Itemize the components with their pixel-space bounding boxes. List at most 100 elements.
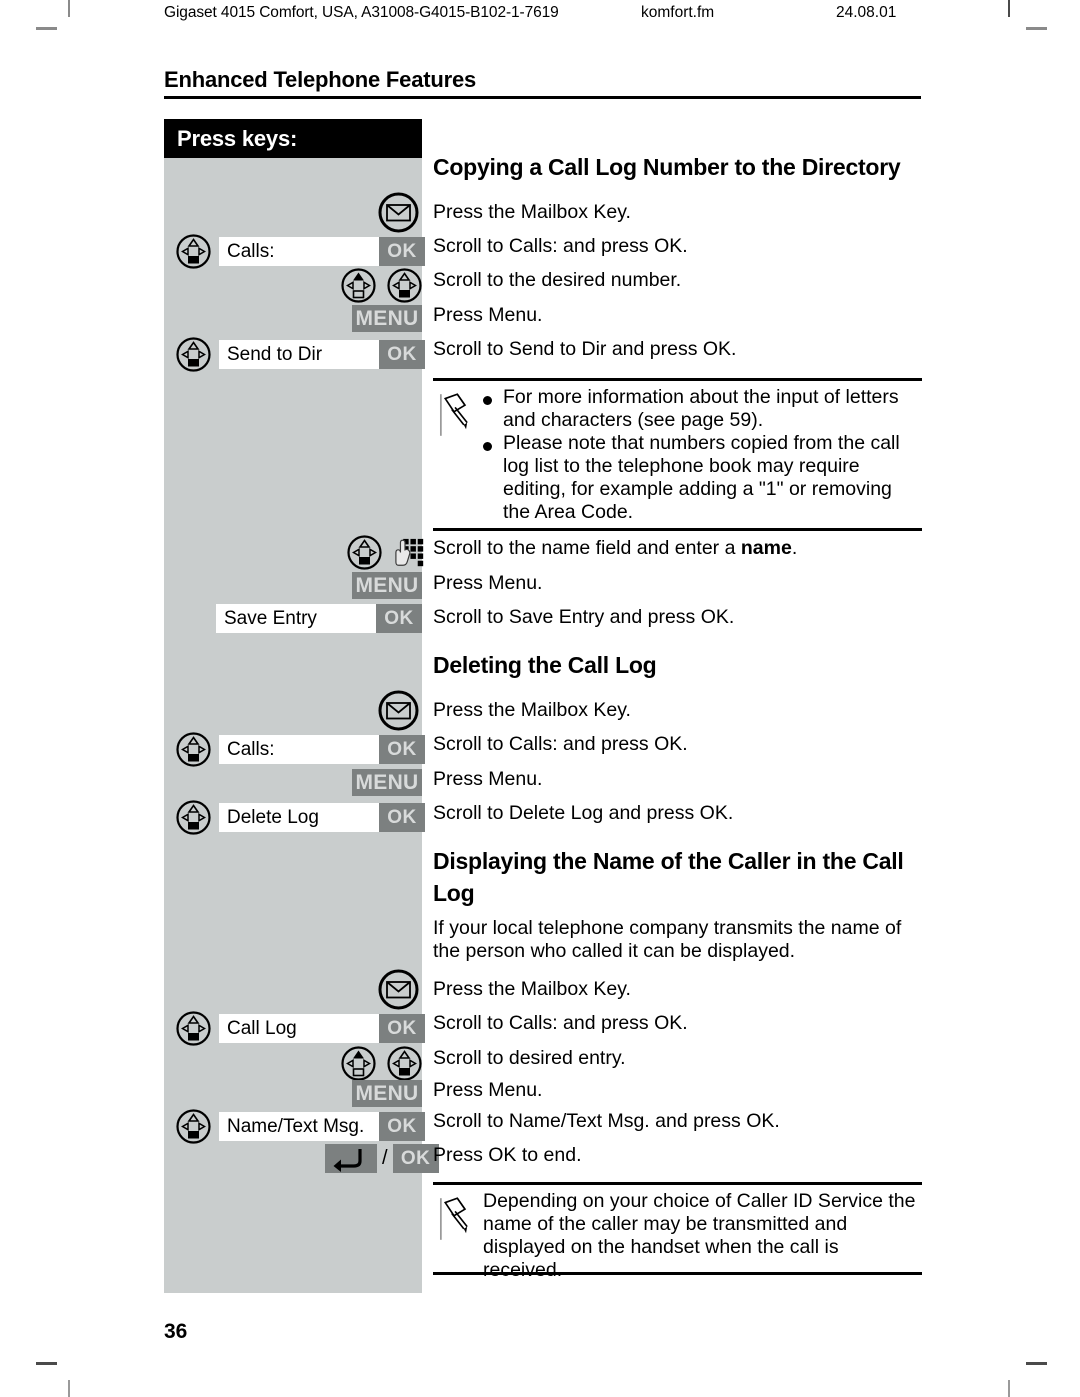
key-row-send-to-dir[interactable]: Send to Dir OK (176, 337, 425, 372)
ok-button-name-text-msg[interactable]: OK (379, 1112, 425, 1141)
step-text: Press OK to end. (433, 1144, 582, 1166)
step-text: Press the Mailbox Key. (433, 978, 631, 1000)
step-text: Press Menu. (433, 1079, 543, 1101)
ok-button-calls-2[interactable]: OK (379, 735, 425, 764)
note-text: Depending on your choice of Caller ID Se… (483, 1190, 916, 1281)
ok-button-save-entry[interactable]: OK (376, 604, 422, 633)
key-row-menu-4[interactable]: MENU (352, 1080, 422, 1107)
navigation-key-down-icon[interactable] (176, 337, 211, 372)
lcd-send-to-dir: Send to Dir (219, 340, 379, 369)
bullet-marker (483, 396, 492, 405)
note-bullet-text: Please note that numbers copied from the… (503, 432, 900, 523)
push-pin-icon (439, 1197, 469, 1241)
chapter-title-rule (164, 96, 921, 99)
note-rule-top (433, 1182, 922, 1185)
navigation-key-up-icon[interactable] (341, 1046, 376, 1081)
key-row-save-entry[interactable]: Save Entry OK (216, 604, 422, 633)
step-text: Press Menu. (433, 572, 543, 594)
navigation-key-up-icon[interactable] (341, 268, 376, 303)
running-header-filename: komfort.fm (641, 4, 715, 21)
crop-mark-bottom-left-vertical (68, 1380, 70, 1397)
navigation-key-down-icon[interactable] (347, 535, 382, 570)
ok-button-end[interactable]: OK (392, 1144, 439, 1173)
key-row-mailbox-1[interactable] (378, 192, 419, 233)
menu-button-4[interactable]: MENU (352, 1080, 422, 1107)
running-header-document: Gigaset 4015 Comfort, USA, A31008-G4015-… (164, 4, 559, 21)
key-row-mailbox-2[interactable] (378, 690, 419, 731)
key-row-scroll-number[interactable] (341, 268, 422, 303)
running-header: Gigaset 4015 Comfort, USA, A31008-G4015-… (0, 4, 1080, 26)
key-separator-slash: / (382, 1147, 388, 1169)
note-bullet-text: For more information about the input of … (503, 386, 899, 431)
step-text: Press Menu. (433, 768, 543, 790)
press-keys-header: Press keys: (164, 119, 422, 158)
step-text: Press the Mailbox Key. (433, 201, 631, 223)
menu-button-3[interactable]: MENU (352, 769, 422, 796)
step-text-bold: name (740, 537, 792, 559)
menu-button-1[interactable]: MENU (352, 305, 422, 332)
section-heading-displaying: Displaying the Name of the Caller in the… (433, 848, 904, 906)
note-rule-top (433, 378, 922, 381)
navigation-key-down-icon[interactable] (176, 800, 211, 835)
section-intro-text: If your local telephone company transmit… (433, 917, 902, 962)
step-text: Scroll to Calls: and press OK. (433, 1012, 688, 1034)
lcd-calls-1: Calls: (219, 237, 379, 266)
step-text-name-entry: Scroll to the name field and enter a nam… (433, 537, 797, 559)
section-heading-deleting: Deleting the Call Log (433, 652, 657, 678)
crop-mark-top-right-horizontal (1026, 27, 1047, 30)
key-row-menu-1[interactable]: MENU (352, 305, 422, 332)
crop-mark-bottom-left-horizontal (36, 1362, 57, 1365)
lcd-call-log: Call Log (219, 1014, 379, 1043)
lcd-delete-log: Delete Log (219, 803, 379, 832)
step-text-prefix: Scroll to the name field and enter a (433, 537, 741, 559)
key-row-calls-1[interactable]: Calls: OK (176, 234, 425, 269)
crop-mark-bottom-right-vertical (1008, 1380, 1010, 1397)
crop-mark-bottom-right-horizontal (1026, 1362, 1047, 1365)
navigation-key-down-icon[interactable] (387, 1046, 422, 1081)
step-text: Scroll to the desired number. (433, 269, 682, 291)
key-row-calls-2[interactable]: Calls: OK (176, 732, 425, 767)
step-text: Scroll to Send to Dir and press OK. (433, 338, 737, 360)
back-key-icon[interactable] (325, 1144, 377, 1173)
navigation-key-down-icon[interactable] (176, 1011, 211, 1046)
ok-button-delete-log[interactable]: OK (379, 803, 425, 832)
key-row-end[interactable]: / OK (325, 1144, 439, 1173)
step-text: Press Menu. (433, 304, 543, 326)
section-heading-copying: Copying a Call Log Number to the Directo… (433, 154, 901, 180)
key-row-delete-log[interactable]: Delete Log OK (176, 800, 425, 835)
key-row-menu-3[interactable]: MENU (352, 769, 422, 796)
step-text: Scroll to Delete Log and press OK. (433, 802, 734, 824)
mailbox-key-icon[interactable] (378, 690, 419, 731)
ok-button-call-log[interactable]: OK (379, 1014, 425, 1043)
bullet-marker (483, 442, 492, 451)
navigation-key-down-icon[interactable] (387, 268, 422, 303)
chapter-title: Enhanced Telephone Features (164, 67, 477, 92)
step-text: Scroll to Save Entry and press OK. (433, 606, 735, 628)
navigation-key-down-icon[interactable] (176, 732, 211, 767)
key-row-menu-2[interactable]: MENU (352, 572, 422, 599)
ok-button-calls-1[interactable]: OK (379, 237, 425, 266)
mailbox-key-icon[interactable] (378, 192, 419, 233)
mailbox-key-icon[interactable] (378, 969, 419, 1010)
navigation-key-down-icon[interactable] (176, 234, 211, 269)
push-pin-icon (439, 393, 469, 437)
key-row-call-log[interactable]: Call Log OK (176, 1011, 425, 1046)
menu-button-2[interactable]: MENU (352, 572, 422, 599)
lcd-name-text-msg: Name/Text Msg. (219, 1112, 379, 1141)
key-row-scroll-entry[interactable] (341, 1046, 422, 1081)
lcd-save-entry: Save Entry (216, 604, 376, 633)
crop-mark-top-left-horizontal (36, 27, 57, 30)
key-row-mailbox-3[interactable] (378, 969, 419, 1010)
step-text: Scroll to desired entry. (433, 1047, 626, 1069)
note-rule-bottom (433, 528, 922, 531)
note-rule-bottom (433, 1272, 922, 1275)
step-text: Press the Mailbox Key. (433, 699, 631, 721)
page-number: 36 (164, 1320, 188, 1343)
press-keys-header-label: Press keys: (177, 126, 298, 151)
ok-button-send-to-dir[interactable]: OK (379, 340, 425, 369)
navigation-key-down-icon[interactable] (176, 1109, 211, 1144)
key-row-name-text-msg[interactable]: Name/Text Msg. OK (176, 1109, 425, 1144)
lcd-calls-2: Calls: (219, 735, 379, 764)
key-row-name-entry[interactable] (347, 535, 425, 570)
keypad-entry-icon[interactable] (395, 536, 425, 570)
